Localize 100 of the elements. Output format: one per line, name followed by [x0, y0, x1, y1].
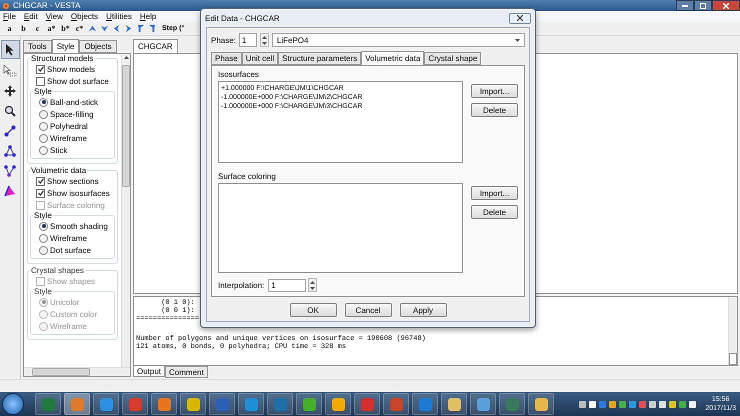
checkbox[interactable]: Show dot surface: [30, 75, 115, 87]
axis-button[interactable]: b*: [60, 24, 71, 33]
vertical-scrollbar[interactable]: [121, 54, 130, 367]
up-caret-icon: [124, 56, 128, 59]
list-action-button[interactable]: Import...: [471, 186, 518, 200]
taskbar-app-button[interactable]: [209, 393, 235, 415]
output-tab[interactable]: Comment: [165, 366, 208, 378]
axis-button[interactable]: c*: [74, 24, 85, 33]
maximize-icon: [700, 2, 706, 8]
dialog-title: Edit Data - CHGCAR: [205, 14, 280, 22]
interpolation-label: Interpolation:: [218, 280, 264, 290]
close-icon: [517, 15, 523, 21]
section-title: Surface coloring: [218, 172, 277, 181]
taskbar-app-button[interactable]: [383, 393, 409, 415]
horizontal-scrollbar[interactable]: [24, 367, 130, 376]
taskbar-app-button[interactable]: [296, 393, 322, 415]
radio-button[interactable]: Wireframe: [33, 232, 112, 244]
minimize-button[interactable]: [676, 0, 694, 11]
list-action-button[interactable]: Import...: [471, 84, 518, 98]
phase-dropdown[interactable]: LiFePO4: [272, 33, 525, 47]
app-logo-icon: [2, 2, 10, 10]
pointer-icon: [5, 44, 15, 56]
list-action-button[interactable]: Delete: [471, 103, 518, 117]
taskbar-app-button[interactable]: [151, 393, 177, 415]
maximize-button[interactable]: [694, 0, 712, 11]
taskbar-app-button[interactable]: [180, 393, 206, 415]
dialog-button[interactable]: Apply: [400, 303, 446, 317]
document-tab[interactable]: CHGCAR: [133, 39, 178, 53]
checkbox[interactable]: Show isosurfaces: [30, 187, 115, 199]
list-box[interactable]: [218, 183, 463, 273]
taskbar-app-button[interactable]: [354, 393, 380, 415]
checkbox[interactable]: Show models: [30, 63, 115, 75]
spin-arrows[interactable]: [260, 33, 269, 47]
taskbar-app-button[interactable]: [412, 393, 438, 415]
output-tab[interactable]: Output: [133, 366, 166, 377]
group-title: Structural models: [30, 54, 94, 63]
axis-button[interactable]: a: [4, 24, 15, 33]
close-icon: [723, 2, 729, 8]
radio-button[interactable]: Wireframe: [33, 132, 112, 144]
panel-tab[interactable]: Tools: [23, 40, 52, 53]
dialog-tab[interactable]: Volumetric data: [361, 51, 424, 65]
select-tool-button[interactable]: [2, 62, 18, 79]
angle-tool-button[interactable]: [2, 142, 18, 159]
checkbox[interactable]: Show sections: [30, 175, 115, 187]
radio-button[interactable]: Ball-and-stick: [33, 96, 112, 108]
axis-button[interactable]: b: [18, 24, 29, 33]
panel-tab[interactable]: Style: [52, 39, 80, 53]
dialog-tab[interactable]: Unit cell: [242, 52, 278, 65]
group-title: Volumetric data: [30, 166, 88, 175]
menu-item[interactable]: File: [3, 12, 16, 21]
down-caret-icon: [310, 286, 316, 290]
close-button[interactable]: [712, 0, 740, 11]
up-caret-icon: [310, 280, 316, 284]
group-title: Style: [33, 211, 53, 220]
close-button[interactable]: [509, 12, 531, 24]
menu-item[interactable]: Edit: [24, 12, 38, 21]
dihedral-tool-button[interactable]: [2, 162, 18, 179]
dialog-button[interactable]: OK: [290, 303, 336, 317]
taskbar-app-button[interactable]: [35, 393, 61, 415]
axis-button[interactable]: a*: [46, 24, 57, 33]
menu-item[interactable]: View: [46, 12, 63, 21]
start-button[interactable]: [2, 393, 24, 415]
phase-label: Phase:: [211, 36, 236, 44]
down-caret-icon: [515, 38, 520, 42]
vertical-scrollbar[interactable]: [728, 297, 737, 365]
window-title: CHGCAR - VESTA: [13, 1, 80, 10]
taskbar-app-button[interactable]: [325, 393, 351, 415]
group-title: Crystal shapes: [30, 266, 85, 275]
radio-button[interactable]: Space-filling: [33, 108, 112, 120]
phase-spin-field[interactable]: 1: [238, 33, 257, 47]
taskbar-app-button[interactable]: [238, 393, 264, 415]
taskbar-app-button[interactable]: [499, 393, 525, 415]
list-action-button[interactable]: Delete: [471, 205, 518, 219]
axis-button[interactable]: c: [32, 24, 43, 33]
taskbar-app-button[interactable]: [441, 393, 467, 415]
menu-item[interactable]: Objects: [70, 12, 98, 21]
radio-button[interactable]: Stick: [33, 144, 112, 156]
radio-button[interactable]: Dot surface: [33, 244, 112, 256]
group-title: Style: [33, 287, 53, 296]
down-caret-icon: [262, 42, 267, 44]
taskbar-app-button[interactable]: [470, 393, 496, 415]
group-title: Style: [33, 87, 53, 96]
dialog-tab[interactable]: Phase: [211, 52, 242, 65]
dialog-tab[interactable]: Structure parameters: [278, 52, 362, 65]
pointer-tool-button[interactable]: [0, 40, 20, 59]
taskbar-app-button[interactable]: [122, 393, 148, 415]
menu-item[interactable]: Help: [140, 12, 156, 21]
radio-button[interactable]: Polyhedral: [33, 120, 112, 132]
dialog-tab[interactable]: Crystal shape: [424, 52, 482, 65]
taskbar-app-button[interactable]: [267, 393, 293, 415]
up-caret-icon: [262, 36, 267, 38]
panel-tab[interactable]: Objects: [79, 40, 117, 53]
dialog-button[interactable]: Cancel: [344, 303, 392, 317]
radio-button[interactable]: Smooth shading: [33, 220, 112, 232]
taskbar-app-button[interactable]: [528, 393, 554, 415]
spin-arrows[interactable]: [308, 278, 318, 292]
minimize-icon: [682, 4, 688, 6]
taskbar-app-button[interactable]: [93, 393, 119, 415]
menu-item[interactable]: Utilities: [106, 12, 132, 21]
interpolation-field[interactable]: 1: [268, 278, 306, 292]
